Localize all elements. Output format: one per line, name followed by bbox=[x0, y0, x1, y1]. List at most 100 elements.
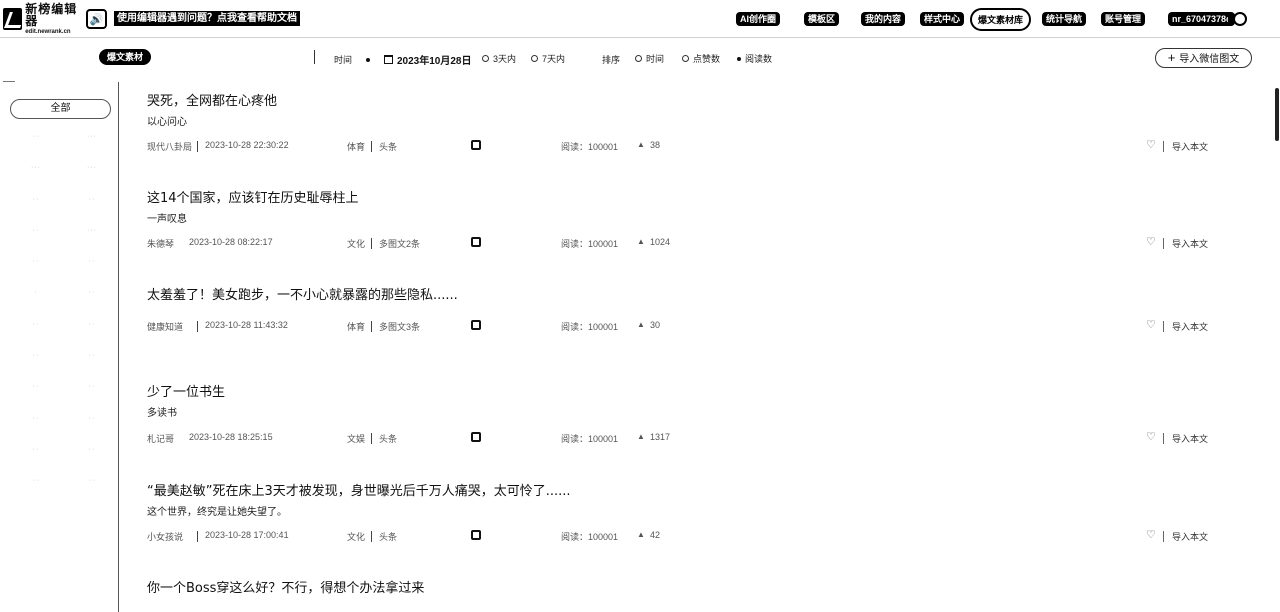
category-item[interactable]: ··· bbox=[72, 133, 112, 164]
time-filter-label: 时间 bbox=[334, 55, 353, 65]
article-card[interactable]: 少了一位书生 多读书 札记哥 2023-10-28 18:25:15 文娱 头条… bbox=[147, 381, 1227, 444]
article-time: 2023-10-28 17:00:41 bbox=[205, 530, 289, 540]
selected-dot-icon bbox=[737, 56, 741, 61]
copy-icon[interactable] bbox=[471, 140, 481, 150]
sort-by-likes[interactable]: 点赞数 bbox=[682, 52, 720, 65]
import-article-button[interactable]: 导入本文 bbox=[1172, 530, 1208, 543]
article-tag: 多图文3条 bbox=[379, 322, 421, 332]
article-tag: 头条 bbox=[379, 434, 398, 444]
category-item[interactable]: ·· bbox=[16, 321, 56, 352]
article-reads: 阅读：100001 bbox=[561, 239, 619, 249]
heart-icon[interactable]: ♡ bbox=[1146, 138, 1156, 151]
nav-statistics[interactable]: 统计导航 bbox=[1042, 12, 1087, 26]
help-notice-link[interactable]: 使用编辑器遇到问题？点我查看帮助文档 bbox=[114, 11, 300, 26]
category-item[interactable]: ·· bbox=[72, 352, 112, 383]
category-item[interactable]: ··· bbox=[16, 164, 56, 195]
article-likes: 38 bbox=[650, 140, 661, 150]
article-card[interactable]: 这14个国家，应该钉在历史耻辱柱上 一声叹息 朱德琴 2023-10-28 08… bbox=[147, 187, 1227, 249]
radio-icon bbox=[682, 55, 689, 62]
category-pill[interactable]: 爆文素材 bbox=[99, 49, 151, 65]
user-toggle-control[interactable] bbox=[1228, 11, 1250, 27]
category-item[interactable]: ·· bbox=[72, 196, 112, 227]
article-subtitle: 多读书 bbox=[147, 408, 177, 419]
category-item[interactable]: ·· bbox=[72, 289, 112, 320]
category-all[interactable]: 全部 bbox=[10, 99, 111, 119]
article-title[interactable]: 哭死，全网都在心疼他 bbox=[147, 90, 1227, 109]
date-picker[interactable]: 2023年10月28日 bbox=[366, 52, 472, 67]
article-subtitle: 以心问心 bbox=[147, 117, 187, 128]
category-item[interactable]: ·· bbox=[16, 258, 56, 289]
article-likes: 1317 bbox=[650, 432, 671, 442]
article-author: 健康知道 bbox=[147, 322, 184, 332]
nav-account-management[interactable]: 账号管理 bbox=[1101, 12, 1146, 26]
article-likes: 42 bbox=[650, 530, 661, 540]
article-type: 体育 bbox=[347, 322, 366, 332]
nav-ai-create[interactable]: AI创作圈 bbox=[736, 12, 781, 26]
copy-icon[interactable] bbox=[471, 432, 481, 442]
article-type: 体育 bbox=[347, 142, 366, 152]
category-item[interactable]: ·· bbox=[72, 258, 112, 289]
heart-icon[interactable]: ♡ bbox=[1146, 430, 1156, 443]
nav-templates[interactable]: 模板区 bbox=[804, 12, 840, 26]
import-wechat-button[interactable]: + 导入微信图文 bbox=[1155, 48, 1252, 68]
radio-icon bbox=[482, 55, 489, 62]
article-title[interactable]: 太羞羞了！美女跑步，一不小心就暴露的那些隐私...... bbox=[147, 284, 1227, 303]
sort-by-reads[interactable]: 阅读数 bbox=[737, 52, 772, 65]
category-item[interactable]: ·· bbox=[16, 196, 56, 227]
user-account-button[interactable]: nr_67047378c bbox=[1168, 12, 1236, 26]
import-article-button[interactable]: 导入本文 bbox=[1172, 320, 1208, 333]
scrollbar-thumb[interactable] bbox=[1275, 88, 1279, 141]
category-item[interactable]: ·· bbox=[16, 133, 56, 164]
nav-style-center[interactable]: 样式中心 bbox=[920, 12, 965, 26]
article-title[interactable]: 这14个国家，应该钉在历史耻辱柱上 bbox=[147, 187, 1227, 206]
category-item[interactable]: ·· bbox=[16, 383, 56, 414]
category-item[interactable]: ·· bbox=[72, 446, 112, 477]
nav-my-content[interactable]: 我的内容 bbox=[861, 12, 906, 26]
copy-icon[interactable] bbox=[471, 320, 481, 330]
heart-icon[interactable]: ♡ bbox=[1146, 235, 1156, 248]
article-card[interactable]: 你一个Boss穿这么好？不行，得想个办法拿过来 bbox=[147, 577, 1227, 596]
category-item[interactable]: · bbox=[16, 289, 56, 320]
speaker-icon[interactable]: 🔊 bbox=[86, 9, 107, 29]
article-tag: 头条 bbox=[379, 532, 398, 542]
brand-logo[interactable]: 新榜编辑器 edit.newrank.cn bbox=[3, 3, 82, 35]
copy-icon[interactable] bbox=[471, 237, 481, 247]
article-title[interactable]: 你一个Boss穿这么好？不行，得想个办法拿过来 bbox=[147, 577, 1227, 596]
range-7-days[interactable]: 7天内 bbox=[531, 52, 565, 65]
category-item[interactable]: ·· bbox=[16, 415, 56, 446]
category-item[interactable]: ·· bbox=[16, 352, 56, 383]
copy-icon[interactable] bbox=[471, 530, 481, 540]
category-item[interactable]: ·· bbox=[72, 477, 112, 508]
category-item[interactable]: ·· bbox=[72, 383, 112, 414]
category-item[interactable]: ·· bbox=[16, 477, 56, 508]
article-title[interactable]: 少了一位书生 bbox=[147, 381, 1227, 400]
nav-viral-library[interactable]: 爆文素材库 bbox=[970, 8, 1032, 31]
category-item[interactable]: ·· bbox=[16, 446, 56, 477]
article-type: 文化 bbox=[347, 532, 366, 542]
heart-icon[interactable]: ♡ bbox=[1146, 318, 1156, 331]
category-sidebar: 全部 ·· ··· ··· ··· ·· ·· ·· ··· ·· ·· · ·· ·· ··… bbox=[0, 78, 118, 612]
article-meta: 健康知道 2023-10-28 11:43:32 体育 多图文3条 阅读：100… bbox=[147, 318, 1227, 334]
import-article-button[interactable]: 导入本文 bbox=[1172, 432, 1208, 445]
top-navigation-bar: 新榜编辑器 edit.newrank.cn 🔊 使用编辑器遇到问题？点我查看帮助… bbox=[0, 0, 1280, 38]
category-item[interactable]: ··· bbox=[72, 227, 112, 258]
article-card[interactable]: 哭死，全网都在心疼他 以心问心 现代八卦局 2023-10-28 22:30:2… bbox=[147, 90, 1227, 152]
article-time: 2023-10-28 18:25:15 bbox=[189, 432, 273, 442]
import-article-button[interactable]: 导入本文 bbox=[1172, 237, 1208, 250]
category-item[interactable]: ·· bbox=[72, 321, 112, 352]
import-article-button[interactable]: 导入本文 bbox=[1172, 140, 1208, 153]
article-title[interactable]: “最美赵敏”死在床上3天才被发现，身世曝光后千万人痛哭，太可怜了...... bbox=[147, 480, 1227, 499]
sort-by-time[interactable]: 时间 bbox=[635, 52, 664, 65]
heart-icon[interactable]: ♡ bbox=[1146, 528, 1156, 541]
toggle-icon bbox=[1233, 12, 1247, 26]
article-tag: 多图文2条 bbox=[379, 239, 421, 249]
article-card[interactable]: “最美赵敏”死在床上3天才被发现，身世曝光后千万人痛哭，太可怜了...... 这… bbox=[147, 480, 1227, 542]
category-item[interactable]: ·· bbox=[16, 227, 56, 258]
article-subtitle: 这个世界，终究是让她失望了。 bbox=[147, 507, 287, 518]
category-item[interactable]: ··· bbox=[72, 164, 112, 195]
article-subtitle: 一声叹息 bbox=[147, 214, 187, 225]
range-3-days[interactable]: 3天内 bbox=[482, 52, 516, 65]
category-item[interactable]: ·· bbox=[72, 415, 112, 446]
article-author: 朱德琴 bbox=[147, 239, 175, 249]
article-card[interactable]: 太羞羞了！美女跑步，一不小心就暴露的那些隐私...... 健康知道 2023-1… bbox=[147, 284, 1227, 332]
